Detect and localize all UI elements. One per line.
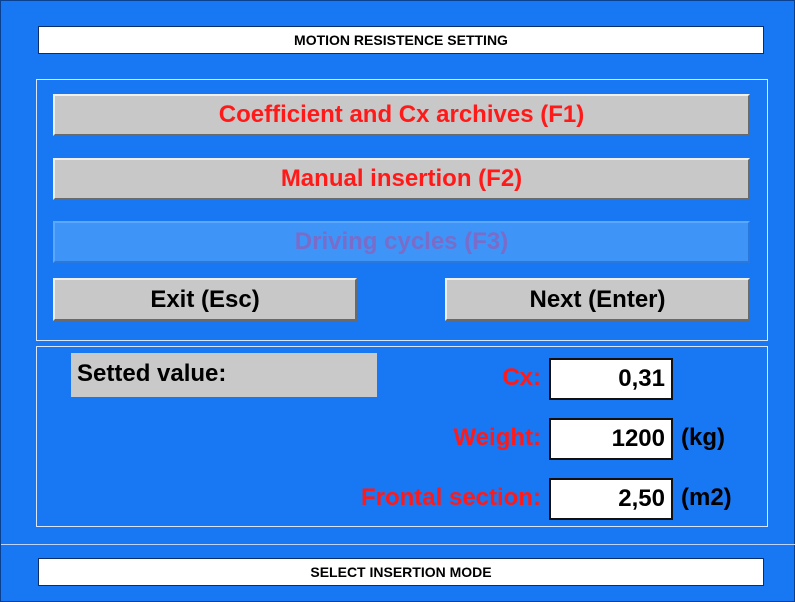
status-bar: SELECT INSERTION MODE [38, 558, 764, 586]
window-title: MOTION RESISTENCE SETTING [38, 26, 764, 54]
motion-resistance-window: MOTION RESISTENCE SETTING Coefficient an… [0, 0, 795, 602]
frontal-section-label: Frontal section: [360, 484, 541, 511]
manual-insertion-button[interactable]: Manual insertion (F2) [53, 158, 750, 200]
setted-value-label: Setted value: [71, 353, 377, 397]
exit-button[interactable]: Exit (Esc) [53, 278, 357, 321]
driving-cycles-button: Driving cycles (F3) [53, 221, 750, 263]
frontal-section-field[interactable]: 2,50 [549, 478, 673, 520]
coefficient-archives-button[interactable]: Coefficient and Cx archives (F1) [53, 94, 750, 136]
cx-label: Cx: [502, 364, 541, 391]
weight-unit: (kg) [681, 424, 725, 451]
next-button[interactable]: Next (Enter) [445, 278, 750, 321]
cx-field[interactable]: 0,31 [549, 358, 673, 400]
weight-field[interactable]: 1200 [549, 418, 673, 460]
weight-label: Weight: [453, 424, 541, 451]
divider [1, 544, 795, 545]
frontal-section-unit: (m2) [681, 484, 732, 511]
